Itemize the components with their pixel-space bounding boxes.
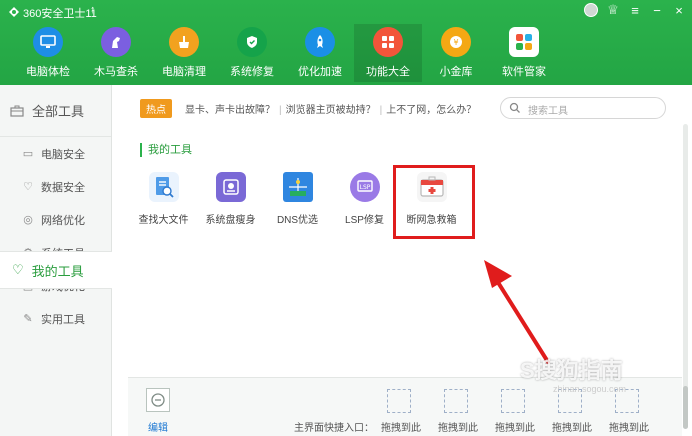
sidebar-item-label: 网络优化 [41,214,85,227]
quick-entry-label: 主界面快捷入口： [294,423,374,434]
app-logo-icon [9,7,19,17]
sidebar-item-utilities[interactable]: ✎ 实用工具 [0,302,111,335]
nav-label: 功能大全 [366,66,410,78]
rocket-icon [305,27,335,57]
separator: | [279,105,282,116]
sidebar-item-label: 电脑安全 [41,148,85,161]
hot-links: 显卡、声卡出故障？ | 浏览器主页被劫持？ | 上不了网，怎么办？ [185,101,476,116]
minus-circle-icon [151,393,165,407]
slot-label: 拖拽到此 [381,423,421,434]
nav-label: 电脑清理 [162,66,206,78]
tool-label: LSP修复 [345,215,384,226]
section-title: 我的工具 [140,143,192,157]
watermark-subtext: zhinan.sogou.com [553,384,627,394]
tool-find-large-files[interactable]: 查找大文件 [130,172,197,226]
hot-link[interactable]: 上不了网，怎么办？ [386,105,476,116]
search-input[interactable]: 搜索工具 [500,97,666,119]
sidebar-header-all-tools[interactable]: 全部工具 [0,85,111,137]
monitor-icon [33,27,63,57]
slot-label: 拖拽到此 [495,423,535,434]
horse-icon [101,27,131,57]
skin-icon[interactable]: ♕ [606,2,620,18]
scrollbar-thumb[interactable] [683,386,688,429]
tool-label: DNS优选 [276,215,319,226]
network-icon: ◎ [23,214,33,226]
sidebar-item-data-security[interactable]: ♡ 数据安全 [0,170,111,203]
nav-label: 系统修复 [230,66,274,78]
nav-item-cleanup[interactable]: 电脑清理 [150,24,218,82]
search-icon [509,102,520,113]
apps-icon [509,27,539,57]
nav-label: 软件管家 [502,66,546,78]
heart-icon: ♡ [12,262,24,277]
nav-item-checkup[interactable]: 电脑体检 [14,24,82,82]
tool-label: 系统盘瘦身 [205,215,256,226]
hot-link[interactable]: 显卡、声卡出故障？ [185,105,275,116]
app-title: 360安全卫士11 [23,8,97,20]
search-placeholder: 搜索工具 [528,106,568,117]
wrench-icon: ✎ [23,313,33,325]
slot-label: 拖拽到此 [552,423,592,434]
tool-system-disk-slim[interactable]: 系统盘瘦身 [197,172,264,226]
dns-icon [282,172,313,202]
sidebar-item-label: 我的工具 [31,263,84,279]
window-controls: ♕ ≡ − × [584,2,686,18]
nav-label: 木马查杀 [94,66,138,78]
svg-text:LSP: LSP [359,184,370,191]
tool-lsp-repair[interactable]: LSP LSP修复 [331,172,398,226]
watermark-text: S搜狗指南 [520,358,623,383]
sidebar-item-network[interactable]: ◎ 网络优化 [0,203,111,236]
top-header: 360安全卫士11 ↑ ♕ ≡ − × 电脑体检 木马查杀 电脑清理 系统修复 … [0,0,692,85]
nav-item-software-manager[interactable]: 软件管家 [490,24,558,82]
scrollbar-track[interactable] [683,124,688,429]
edit-link[interactable]: 编辑 [148,419,168,434]
lsp-icon: LSP [349,172,380,202]
hot-link[interactable]: 浏览器主页被劫持？ [286,105,376,116]
nav-label: 小金库 [439,66,473,78]
drop-slot[interactable] [444,389,468,413]
sidebar-header-label: 全部工具 [32,104,85,119]
menu-icon[interactable]: ≡ [628,3,642,18]
main-nav: 电脑体检 木马查杀 电脑清理 系统修复 优化加速 功能大全 ¥ 小金库 软件管家 [14,24,558,82]
nav-label: 优化加速 [298,66,342,78]
slot-label: 拖拽到此 [438,423,478,434]
medal-icon[interactable] [584,3,598,17]
computer-icon: ▭ [22,148,34,160]
nav-item-system-repair[interactable]: 系统修复 [218,24,286,82]
heart-shield-icon: ♡ [23,181,33,193]
coin-icon: ¥ [441,27,471,57]
red-arrow-icon [484,260,550,364]
sidebar-item-pc-security[interactable]: ▭ 电脑安全 [0,137,111,170]
shield-icon [237,27,267,57]
hot-topics-bar: 热点 显卡、声卡出故障？ | 浏览器主页被劫持？ | 上不了网，怎么办？ 搜索工具 [140,97,670,119]
title-bar: 360安全卫士11 ↑ ♕ ≡ − × [0,0,692,24]
slot-label: 拖拽到此 [609,423,649,434]
highlight-box [393,165,475,239]
sidebar-item-my-tools[interactable]: ♡ 我的工具 [0,251,112,289]
update-arrow-icon[interactable]: ↑ [90,4,96,16]
grid-icon [373,27,403,57]
tool-label: 查找大文件 [138,215,189,226]
hot-badge: 热点 [140,99,172,118]
close-icon[interactable]: × [672,3,686,18]
svg-text:¥: ¥ [453,38,458,47]
sidebar-item-label: 实用工具 [41,313,85,326]
minimize-icon[interactable]: − [650,3,664,18]
tool-dns-optimize[interactable]: DNS优选 [264,172,331,226]
nav-item-speedup[interactable]: 优化加速 [286,24,354,82]
sidebar-item-label: 数据安全 [41,181,85,194]
drop-slot[interactable] [501,389,525,413]
broom-icon [169,27,199,57]
edit-button[interactable] [146,388,170,412]
nav-item-features[interactable]: 功能大全 [354,24,422,82]
disk-icon [215,172,246,202]
nav-label: 电脑体检 [26,66,70,78]
nav-item-vault[interactable]: ¥ 小金库 [422,24,490,82]
find-file-icon [148,172,179,202]
nav-item-trojan-scan[interactable]: 木马查杀 [82,24,150,82]
toolbox-icon [10,105,24,117]
drop-slot[interactable] [387,389,411,413]
separator: | [379,105,383,116]
